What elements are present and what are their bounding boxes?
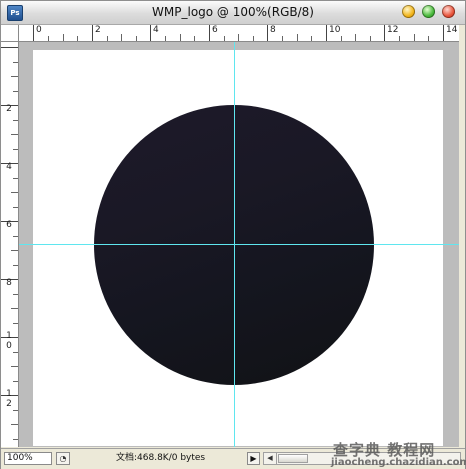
status-menu-arrow-button[interactable]: ▶	[247, 452, 260, 465]
title-bar[interactable]: Ps WMP_logo @ 100%(RGB/8)	[1, 1, 465, 25]
ruler-label-v4: 4	[6, 162, 12, 172]
ruler-label-v8: 8	[6, 278, 12, 288]
vertical-ruler-ticks	[1, 47, 18, 440]
maximize-button[interactable]	[422, 5, 435, 18]
watermark-url: jiaocheng.chazidian.com	[331, 457, 466, 468]
horizontal-ruler[interactable]: 0 2 4 6 8 10 12 14	[19, 25, 459, 42]
scroll-thumb[interactable]	[278, 454, 308, 463]
scroll-left-icon[interactable]: ◀	[264, 453, 277, 464]
ruler-label-10: 10	[329, 25, 341, 35]
ruler-origin[interactable]	[1, 25, 19, 42]
ruler-label-v12: 1 2	[6, 389, 12, 409]
ruler-label-2: 2	[95, 25, 101, 35]
zoom-level-field[interactable]: 100%	[4, 452, 52, 465]
ruler-label-0: 0	[36, 25, 42, 35]
ruler-label-12: 12	[387, 25, 399, 35]
close-button[interactable]	[442, 5, 455, 18]
ruler-label-v2: 2	[6, 104, 12, 114]
document-window: Ps WMP_logo @ 100%(RGB/8) 0 2 4 6 8 10 1…	[0, 0, 466, 469]
vertical-ruler[interactable]: 2 4 6 8 1 0 1 2	[1, 42, 19, 447]
site-watermark: 查字典 教程网 jiaocheng.chazidian.com	[331, 439, 466, 469]
ruler-label-14: 14	[446, 25, 458, 35]
ruler-label-6: 6	[212, 25, 218, 35]
window-title: WMP_logo @ 100%(RGB/8)	[152, 5, 314, 19]
horizontal-guide[interactable]	[19, 244, 459, 245]
ruler-label-v6: 6	[6, 220, 12, 230]
vertical-scrollbar[interactable]	[459, 25, 465, 447]
ruler-label-v10: 1 0	[6, 331, 12, 351]
document-size-info: 文档:468.8K/0 bytes	[116, 453, 206, 463]
navigator-icon[interactable]: ◔	[56, 452, 70, 465]
minimize-button[interactable]	[402, 5, 415, 18]
ruler-label-4: 4	[153, 25, 159, 35]
ruler-label-8: 8	[270, 25, 276, 35]
